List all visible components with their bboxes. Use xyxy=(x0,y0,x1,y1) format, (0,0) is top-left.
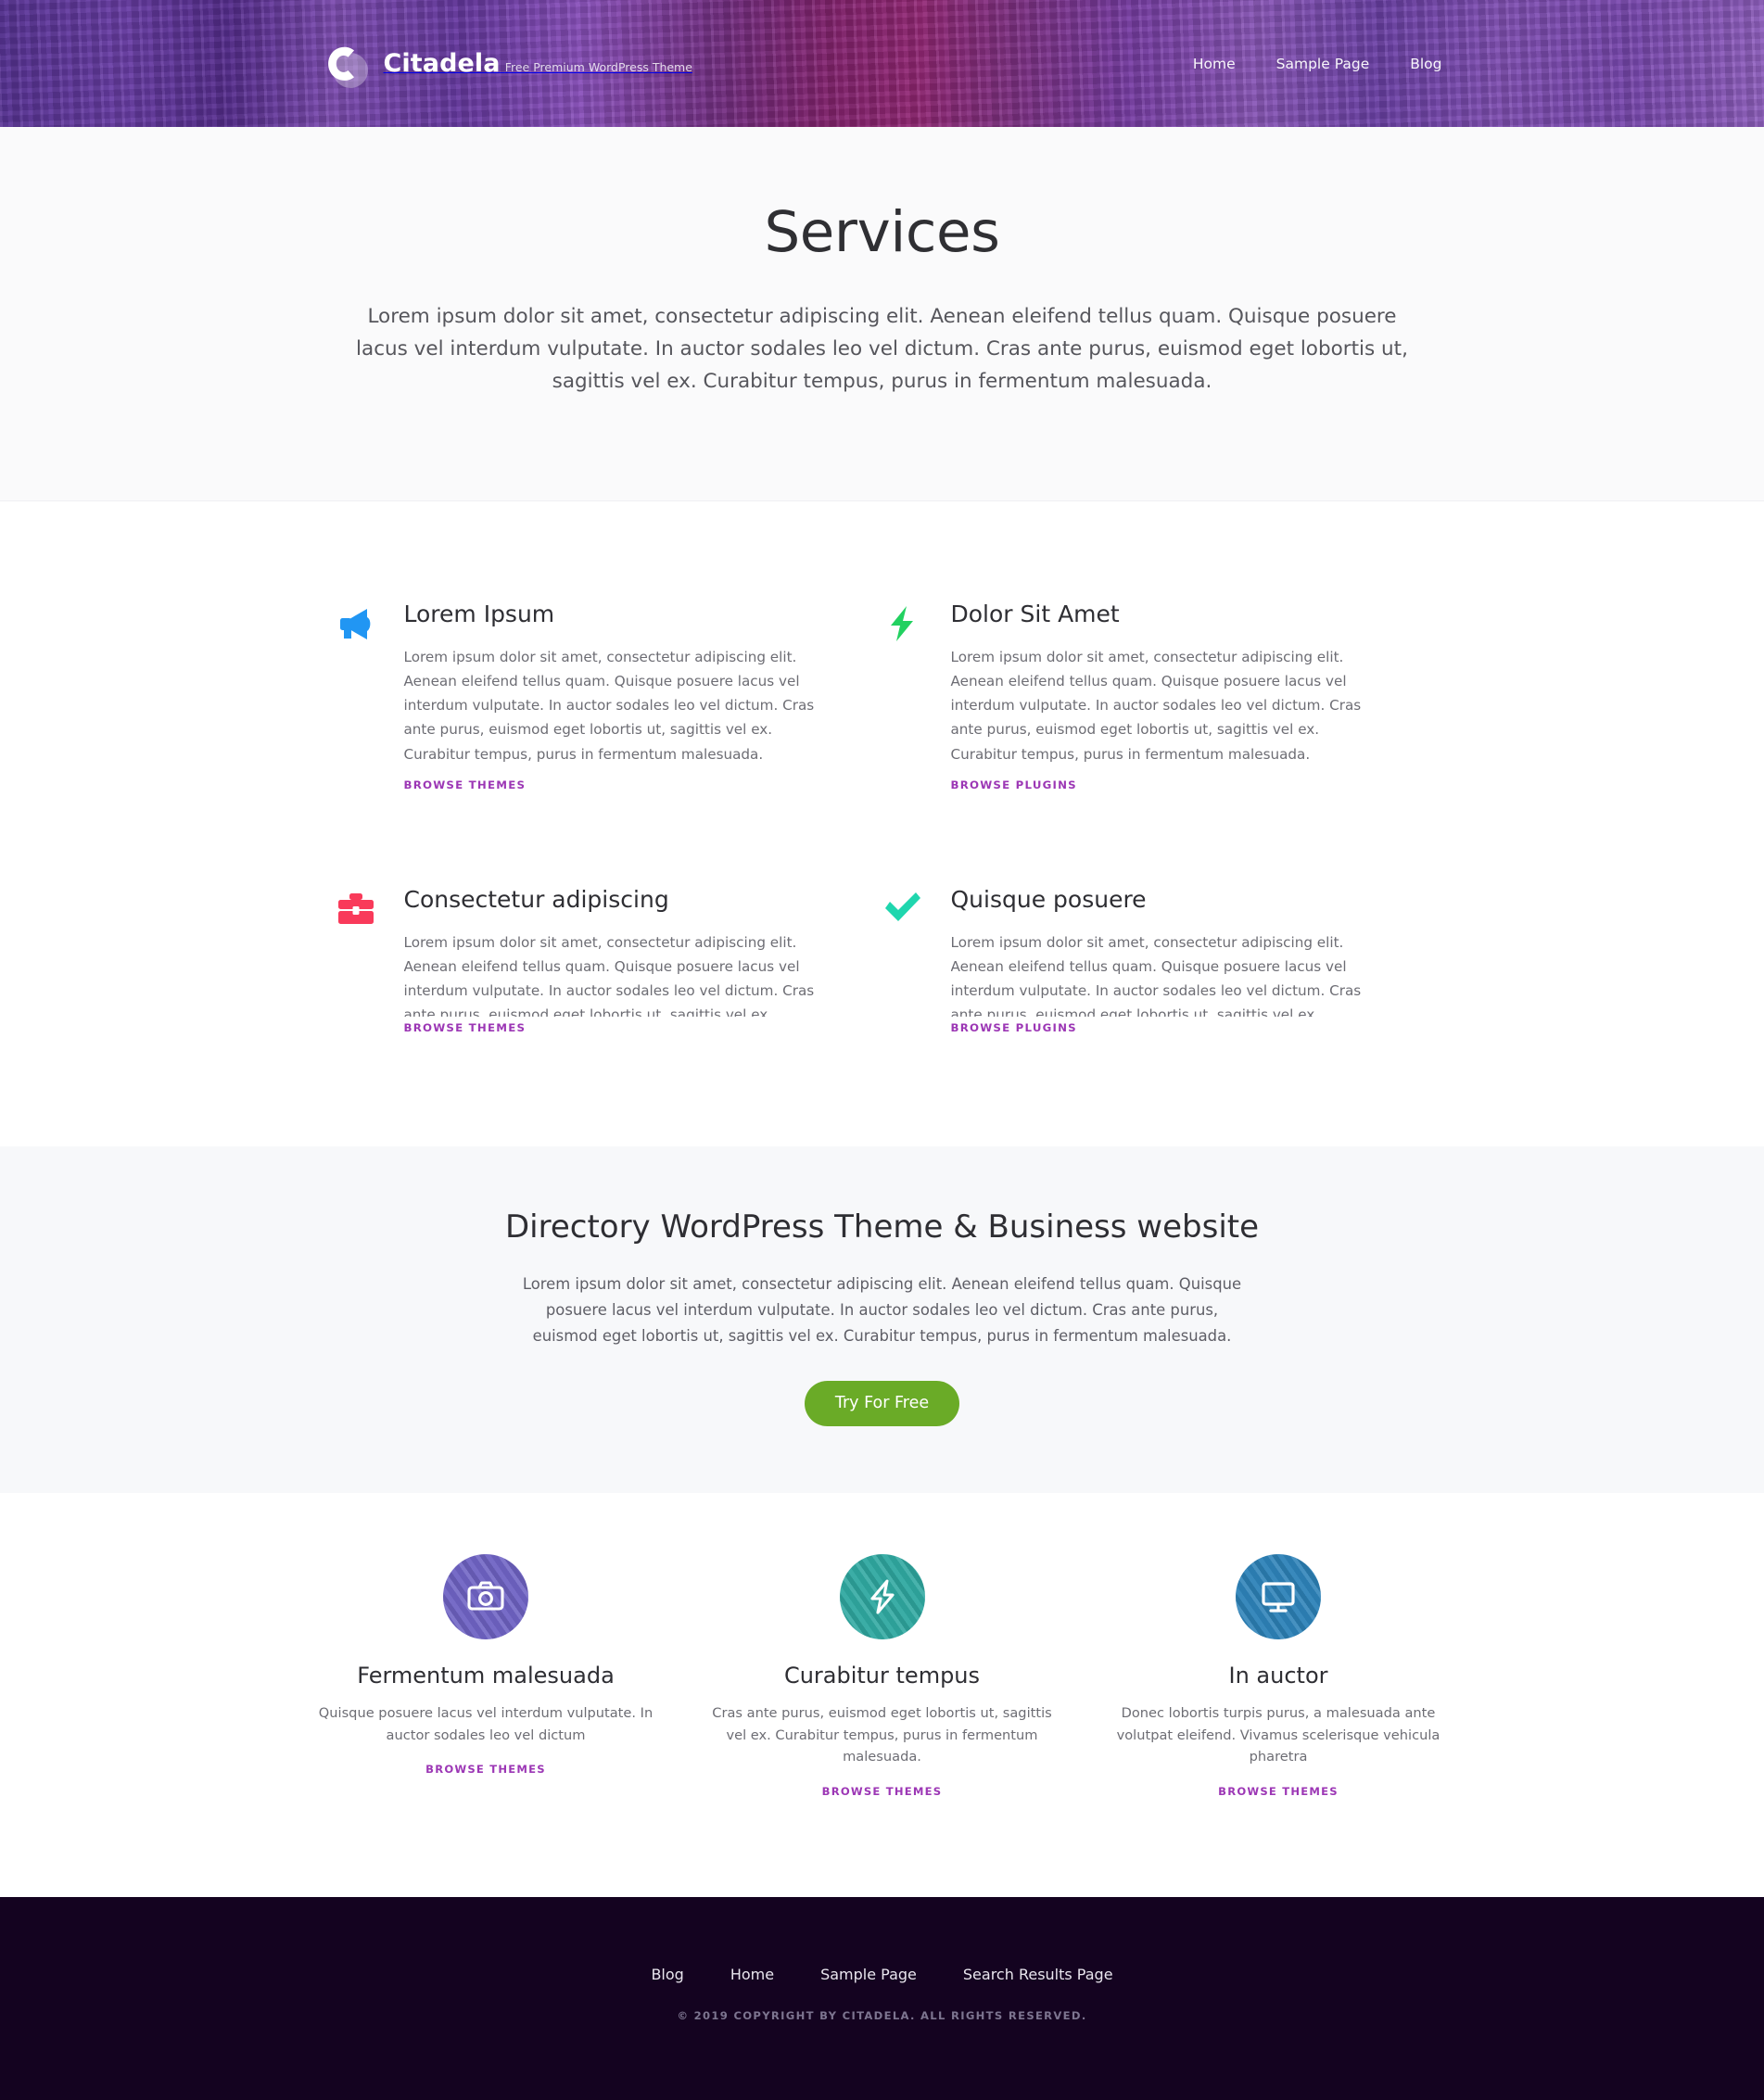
feature-text: Cras ante purus, euismod eget lobortis u… xyxy=(712,1705,1052,1765)
feature-title: Fermentum malesuada xyxy=(357,1663,615,1689)
feature-link[interactable]: BROWSE THEMES xyxy=(822,1785,943,1798)
citadela-c-logo-icon xyxy=(317,37,371,91)
service-link[interactable]: BROWSE PLUGINS xyxy=(951,778,1077,791)
service-title: Lorem Ipsum xyxy=(403,600,555,627)
feature-text: Quisque posuere lacus vel interdum vulpu… xyxy=(318,1705,654,1743)
service-text: Lorem ipsum dolor sit amet, consectetur … xyxy=(950,934,1362,1017)
service-card: Lorem Ipsum Lorem ipsum dolor sit amet, … xyxy=(336,600,825,792)
feature-item: Curabitur tempus Cras ante purus, euismo… xyxy=(708,1554,1056,1799)
brand-logo-link[interactable]: Citadela Free Premium WordPress Theme xyxy=(317,37,692,91)
site-footer: Blog Home Sample Page Search Results Pag… xyxy=(0,1897,1764,2100)
feature-text: Donec lobortis turpis purus, a malesuada… xyxy=(1116,1705,1440,1765)
footer-nav-item-search-results-page[interactable]: Search Results Page xyxy=(963,1966,1113,1983)
brand-title: Citadela xyxy=(383,48,501,78)
service-card: Dolor Sit Amet Lorem ipsum dolor sit ame… xyxy=(882,600,1372,792)
features-section: Fermentum malesuada Quisque posuere lacu… xyxy=(0,1493,1764,1898)
service-card: Quisque posuere Lorem ipsum dolor sit am… xyxy=(882,885,1372,1035)
footer-copyright: © 2019 COPYRIGHT BY CITADELA. ALL RIGHTS… xyxy=(677,2009,1087,2023)
try-for-free-button[interactable]: Try For Free xyxy=(804,1381,960,1427)
feature-link[interactable]: BROWSE THEMES xyxy=(425,1763,546,1776)
nav-item-blog[interactable]: Blog xyxy=(1410,56,1441,72)
megaphone-icon xyxy=(336,600,378,792)
feature-item: In auctor Donec lobortis turpis purus, a… xyxy=(1105,1554,1453,1799)
page-title: Services xyxy=(764,199,1000,265)
service-title: Quisque posuere xyxy=(950,885,1147,913)
cta-title: Directory WordPress Theme & Business web… xyxy=(504,1208,1260,1246)
feature-link[interactable]: BROWSE THEMES xyxy=(1218,1785,1339,1798)
service-text: Lorem ipsum dolor sit amet, consectetur … xyxy=(950,649,1362,763)
cta-section: Directory WordPress Theme & Business web… xyxy=(0,1146,1764,1494)
cta-text: Lorem ipsum dolor sit amet, consectetur … xyxy=(522,1274,1242,1345)
service-text: Lorem ipsum dolor sit amet, consectetur … xyxy=(403,649,815,763)
feature-title: In auctor xyxy=(1228,1663,1328,1689)
nav-item-sample-page[interactable]: Sample Page xyxy=(1276,56,1370,72)
service-column-1: Lorem Ipsum Lorem ipsum dolor sit amet, … xyxy=(336,600,882,1035)
main-navigation: Home Sample Page Blog xyxy=(1193,56,1448,72)
monitor-icon xyxy=(1236,1554,1321,1640)
service-title: Consectetur adipiscing xyxy=(403,885,669,913)
lightning-bolt-outline-icon xyxy=(839,1554,925,1640)
service-link[interactable]: BROWSE PLUGINS xyxy=(951,1021,1077,1034)
services-grid-section: Lorem Ipsum Lorem ipsum dolor sit amet, … xyxy=(0,500,1764,1146)
footer-nav-item-sample-page[interactable]: Sample Page xyxy=(820,1966,917,1983)
lightning-bolt-icon xyxy=(882,600,925,792)
brand-tagline: Free Premium WordPress Theme xyxy=(504,59,692,74)
checkmark-icon xyxy=(882,885,925,1035)
feature-item: Fermentum malesuada Quisque posuere lacu… xyxy=(312,1554,660,1799)
service-text: Lorem ipsum dolor sit amet, consectetur … xyxy=(403,934,815,1017)
footer-navigation: Blog Home Sample Page Search Results Pag… xyxy=(0,1966,1764,1983)
service-column-2: Dolor Sit Amet Lorem ipsum dolor sit ame… xyxy=(882,600,1429,1035)
camera-icon xyxy=(443,1554,528,1640)
service-card: Consectetur adipiscing Lorem ipsum dolor… xyxy=(336,885,825,1035)
service-link[interactable]: BROWSE THEMES xyxy=(404,778,527,791)
hero-description: Lorem ipsum dolor sit amet, consectetur … xyxy=(356,305,1408,393)
briefcase-icon xyxy=(336,885,378,1035)
nav-item-home[interactable]: Home xyxy=(1193,56,1236,72)
footer-nav-item-blog[interactable]: Blog xyxy=(651,1966,683,1983)
feature-title: Curabitur tempus xyxy=(783,1663,981,1689)
footer-nav-item-home[interactable]: Home xyxy=(730,1966,774,1983)
site-header: Citadela Free Premium WordPress Theme Ho… xyxy=(0,0,1764,127)
service-title: Dolor Sit Amet xyxy=(950,600,1120,627)
service-link[interactable]: BROWSE THEMES xyxy=(404,1021,527,1034)
hero-section: Services Lorem ipsum dolor sit amet, con… xyxy=(0,127,1764,501)
